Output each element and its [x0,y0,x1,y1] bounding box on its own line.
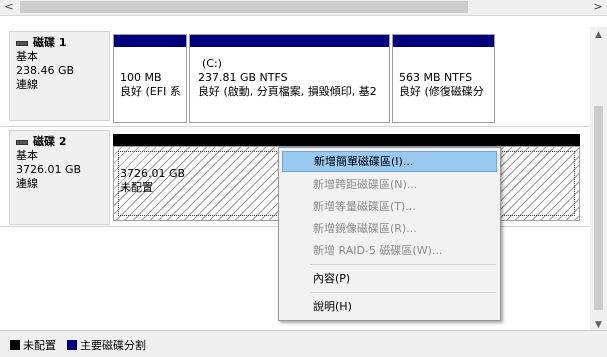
horizontal-scrollbar[interactable]: < > [0,0,607,16]
partition-size: 100 MB [120,71,162,84]
partition-status: 良好 (啟動, 分頁檔案, 損毀傾印, 基2 [198,85,377,98]
menu-item-properties[interactable]: 內容(P) [282,268,497,289]
disk-size: 238.46 GB [16,64,75,77]
row-divider [0,126,590,127]
menu-item-new-simple-volume[interactable]: 新增簡單磁碟區(I)... [282,151,497,172]
disk-status: 連線 [16,78,38,91]
vertical-scroll-thumb[interactable] [594,106,603,310]
primary-partition-bar [114,35,186,47]
partition-size: 237.81 GB NTFS [198,71,288,84]
menu-separator [310,292,496,293]
scroll-left-icon[interactable]: < [3,0,15,15]
disk-type: 基本 [16,50,38,63]
menu-item-new-spanned-volume[interactable]: 新增跨距磁碟區(N)... [282,174,497,195]
disk-icon [16,40,28,46]
vertical-scrollbar[interactable]: ▲ ▼ [590,27,607,333]
partition-c[interactable]: (C:) 237.81 GB NTFS 良好 (啟動, 分頁檔案, 損毀傾印, … [189,34,390,123]
menu-item-new-raid5-volume[interactable]: 新增 RAID-5 磁碟區(W)... [282,240,497,261]
legend-label: 主要磁碟分割 [80,339,146,352]
partition-efi[interactable]: 100 MB 良好 (EFI 系 [113,34,187,123]
unallocated-label: 未配置 [120,181,153,194]
disk-name: 磁碟 2 [33,135,67,148]
legend-label: 未配置 [23,339,56,352]
disk-2-label[interactable]: 磁碟 2 基本 3726.01 GB 連線 [9,130,110,225]
scroll-up-icon[interactable]: ▲ [590,27,607,43]
partition-recovery[interactable]: 563 MB NTFS 良好 (修復磁碟分 [392,34,495,123]
legend-bar: 未配置 主要磁碟分割 [0,330,607,357]
menu-item-new-striped-volume[interactable]: 新增等量磁碟區(T)... [282,196,497,217]
partition-status: 良好 (EFI 系 [120,85,181,98]
legend-unallocated: 未配置 [10,337,56,353]
legend-primary-partition: 主要磁碟分割 [67,337,146,353]
menu-item-new-mirrored-volume[interactable]: 新增鏡像磁碟區(R)... [282,218,497,239]
partition-drive-letter: (C:) [202,57,222,70]
scroll-right-icon[interactable]: > [592,0,604,15]
menu-separator [310,264,496,265]
disk-type: 基本 [16,149,38,162]
disk-status: 連線 [16,177,38,190]
unallocated-bar [113,134,580,146]
disk-name: 磁碟 1 [33,36,67,49]
disk-icon [16,139,28,145]
horizontal-scroll-thumb[interactable] [20,1,468,13]
primary-partition-swatch-icon [67,340,77,350]
partition-status: 良好 (修復磁碟分 [399,85,484,98]
unallocated-swatch-icon [10,340,20,350]
disk-size: 3726.01 GB [16,163,82,176]
partition-size: 563 MB NTFS [399,71,473,84]
primary-partition-bar [190,35,389,47]
context-menu: 新增簡單磁碟區(I)... 新增跨距磁碟區(N)... 新增等量磁碟區(T)..… [278,147,501,321]
unallocated-size: 3726.01 GB [120,167,186,180]
menu-item-help[interactable]: 說明(H) [282,296,497,317]
primary-partition-bar [393,35,494,47]
disk-1-label[interactable]: 磁碟 1 基本 238.46 GB 連線 [9,31,110,121]
